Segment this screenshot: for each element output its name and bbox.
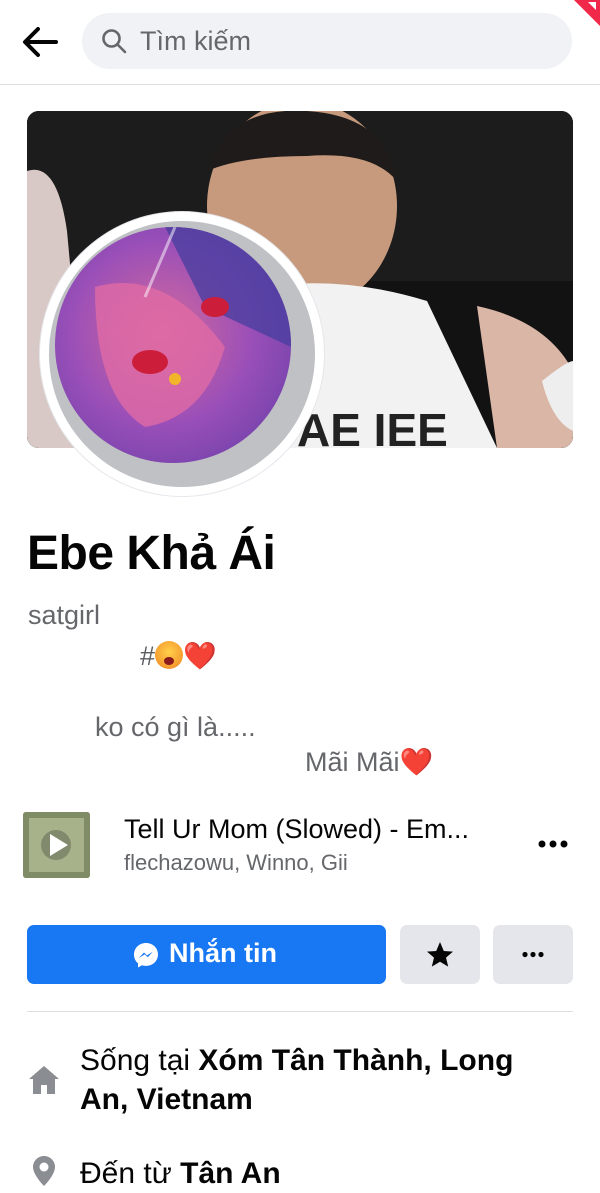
music-thumbnail[interactable]: [23, 812, 90, 878]
top-bar: [0, 0, 600, 85]
favorite-button[interactable]: [400, 925, 480, 984]
more-options-button[interactable]: [493, 925, 573, 984]
music-artist: flechazowu, Winno, Gii: [124, 850, 348, 875]
hot-face-emoji-icon: [155, 641, 184, 669]
home-icon: [29, 1066, 59, 1094]
intro-text: Sống tại Xóm Tân Thành, Long An, Vietnam: [80, 1041, 560, 1119]
profile-music[interactable]: Tell Ur Mom (Slowed) - Em... flechazowu,…: [23, 810, 577, 880]
bio-hashtag: #: [140, 641, 156, 671]
more-horizontal-icon: [538, 840, 568, 848]
profile-avatar[interactable]: [40, 212, 324, 496]
bio-line: Mãi Mãi❤️: [305, 746, 433, 778]
avatar: [55, 227, 291, 463]
intro-place-link[interactable]: Tân An: [180, 1157, 281, 1190]
intro-label: Sống tại: [80, 1044, 199, 1077]
intro-lives-in: Sống tại Xóm Tân Thành, Long An, Vietnam: [27, 1041, 573, 1121]
message-button-label: Nhắn tin: [169, 938, 277, 968]
search-icon: [102, 29, 127, 54]
bio-line: # ❤️: [140, 640, 217, 672]
heart-emoji-icon: ❤️: [399, 747, 434, 777]
search-box[interactable]: [82, 13, 572, 69]
bio-text: Mãi Mãi: [305, 747, 400, 777]
intro-from: Đến từ Tân An: [27, 1154, 573, 1191]
back-button[interactable]: [18, 22, 62, 62]
star-icon: [427, 942, 453, 967]
bio-line: satgirl: [28, 600, 101, 630]
search-input[interactable]: [140, 21, 540, 61]
more-horizontal-icon: [522, 951, 544, 958]
corner-ribbon-icon: [574, 0, 600, 26]
intro-label: Đến từ: [80, 1157, 181, 1190]
location-pin-icon: [33, 1156, 55, 1186]
arrow-left-icon: [23, 27, 58, 57]
messenger-icon: [134, 943, 158, 968]
svg-text:AE IEE: AE IEE: [297, 404, 448, 448]
profile-name: Ebe Khả Ái: [27, 527, 276, 580]
bio-line: ko có gì là.....: [95, 712, 256, 742]
message-button[interactable]: Nhắn tin: [27, 925, 386, 984]
music-title[interactable]: Tell Ur Mom (Slowed) - Em...: [124, 814, 504, 845]
divider: [27, 1011, 573, 1012]
intro-text: Đến từ Tân An: [80, 1154, 560, 1193]
music-more-button[interactable]: [537, 832, 569, 856]
heart-emoji-icon: ❤️: [183, 641, 217, 671]
